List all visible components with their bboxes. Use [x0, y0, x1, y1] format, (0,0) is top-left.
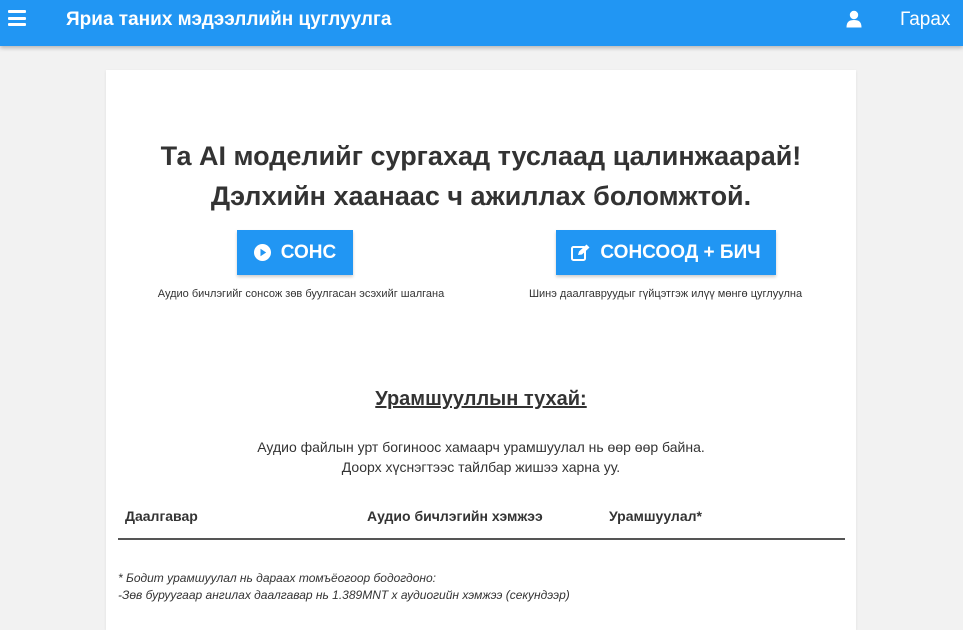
- listen-and-write-button-label: СОНСООД + БИЧ: [600, 241, 761, 263]
- bonus-footnote-line-2: -Зөв буруугаар ангилах даалгавар нь 1.38…: [118, 588, 570, 602]
- listen-and-write-button[interactable]: СОНСООД + БИЧ: [556, 230, 776, 275]
- bonus-description-line-1: Аудио файлын урт богиноос хамаарч урамшу…: [257, 439, 705, 455]
- play-circle-icon: [253, 244, 271, 261]
- bonus-description: Аудио файлын урт богиноос хамаарч урамшу…: [106, 437, 856, 477]
- listen-button[interactable]: СОНС: [237, 230, 353, 275]
- main-card: Та AI моделийг сургахад туслаад цалинжаа…: [106, 70, 856, 630]
- column-header-task: Даалгавар: [125, 508, 198, 524]
- headline-line-2: Дэлхийн хаанаас ч ажиллах боломжтой.: [210, 181, 752, 211]
- edit-icon: [571, 244, 590, 261]
- listen-and-write-caption: Шинэ даалгавруудыг гүйцэтгэж илүү мөнгө …: [528, 288, 803, 300]
- bonus-description-line-2: Доорх хүснэгтээс тайлбар жишээ харна уу.: [341, 459, 621, 475]
- column-header-bonus: Урамшуулал*: [609, 508, 702, 524]
- page-headline: Та AI моделийг сургахад туслаад цалинжаа…: [106, 136, 856, 216]
- bonus-table-header: Даалгавар Аудио бичлэгийн хэмжээ Урамшуу…: [118, 504, 845, 540]
- top-app-bar: Яриа таних мэдээллийн цуглуулга Гарах: [0, 0, 963, 46]
- bonus-footnote: * Бодит урамшуулал нь дараах томъёогоор …: [118, 570, 570, 604]
- column-header-audio-size: Аудио бичлэгийн хэмжээ: [367, 508, 543, 524]
- logout-link[interactable]: Гарах: [900, 9, 950, 31]
- listen-caption: Аудио бичлэгийг сонсож зөв буулгасан эсэ…: [157, 288, 445, 300]
- bonus-footnote-line-1: * Бодит урамшуулал нь дараах томъёогоор …: [118, 571, 436, 585]
- listen-button-label: СОНС: [280, 241, 337, 263]
- user-icon[interactable]: [846, 10, 862, 28]
- hamburger-icon[interactable]: [8, 10, 26, 26]
- bonus-section-title: Урамшууллын тухай:: [375, 388, 587, 410]
- app-title: Яриа таних мэдээллийн цуглуулга: [66, 9, 392, 30]
- headline-line-1: Та AI моделийг сургахад туслаад цалинжаа…: [160, 141, 802, 171]
